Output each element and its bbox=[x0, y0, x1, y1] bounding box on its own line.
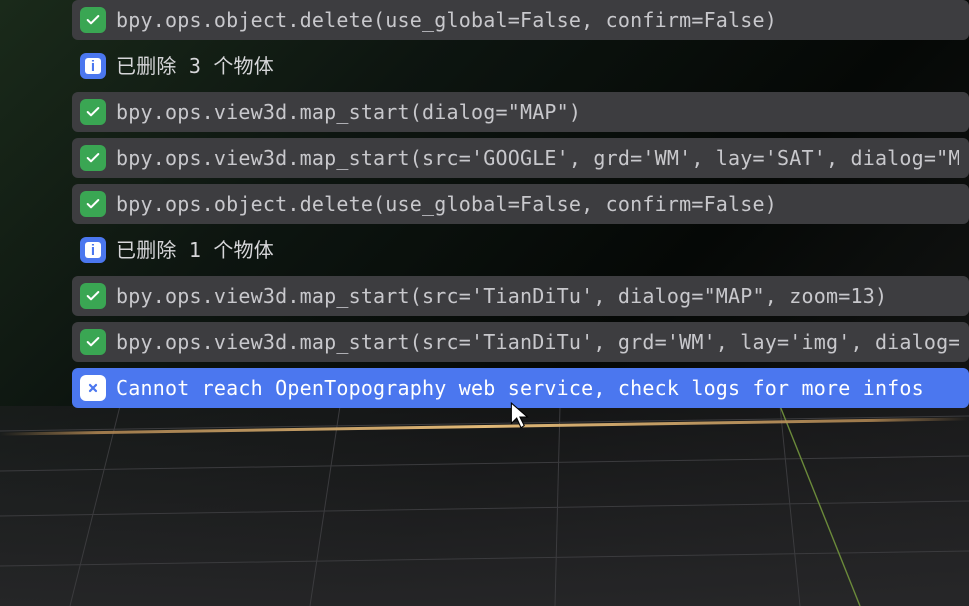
log-text: 已删除 3 个物体 bbox=[116, 53, 274, 79]
log-text: bpy.ops.view3d.map_start(src='TianDiTu',… bbox=[116, 283, 887, 309]
log-row[interactable]: bpy.ops.view3d.map_start(src='TianDiTu',… bbox=[72, 276, 969, 316]
grid-floor bbox=[0, 406, 969, 606]
viewport-3d[interactable]: bpy.ops.object.delete(use_global=False, … bbox=[0, 0, 969, 606]
error-icon bbox=[80, 375, 106, 401]
check-icon bbox=[80, 145, 106, 171]
log-text: bpy.ops.view3d.map_start(src='GOOGLE', g… bbox=[116, 145, 959, 171]
log-row[interactable]: bpy.ops.view3d.map_start(dialog="MAP") bbox=[72, 92, 969, 132]
log-text: Cannot reach OpenTopography web service,… bbox=[116, 375, 924, 401]
log-row[interactable]: i 已删除 1 个物体 bbox=[72, 230, 969, 270]
info-icon: i bbox=[80, 237, 106, 263]
log-text: bpy.ops.object.delete(use_global=False, … bbox=[116, 7, 777, 33]
log-text: 已删除 1 个物体 bbox=[116, 237, 274, 263]
check-icon bbox=[80, 283, 106, 309]
log-text: bpy.ops.object.delete(use_global=False, … bbox=[116, 191, 777, 217]
terrain-selection-edge bbox=[0, 417, 969, 435]
info-icon: i bbox=[80, 53, 106, 79]
log-row-error[interactable]: Cannot reach OpenTopography web service,… bbox=[72, 368, 969, 408]
log-row[interactable]: bpy.ops.object.delete(use_global=False, … bbox=[72, 184, 969, 224]
check-icon bbox=[80, 99, 106, 125]
operator-log-panel: bpy.ops.object.delete(use_global=False, … bbox=[72, 0, 969, 408]
check-icon bbox=[80, 191, 106, 217]
log-text: bpy.ops.view3d.map_start(dialog="MAP") bbox=[116, 99, 581, 125]
log-row[interactable]: bpy.ops.view3d.map_start(src='TianDiTu',… bbox=[72, 322, 969, 362]
check-icon bbox=[80, 7, 106, 33]
log-text: bpy.ops.view3d.map_start(src='TianDiTu',… bbox=[116, 329, 959, 355]
check-icon bbox=[80, 329, 106, 355]
log-row[interactable]: bpy.ops.object.delete(use_global=False, … bbox=[72, 0, 969, 40]
log-row[interactable]: bpy.ops.view3d.map_start(src='GOOGLE', g… bbox=[72, 138, 969, 178]
log-row[interactable]: i 已删除 3 个物体 bbox=[72, 46, 969, 86]
